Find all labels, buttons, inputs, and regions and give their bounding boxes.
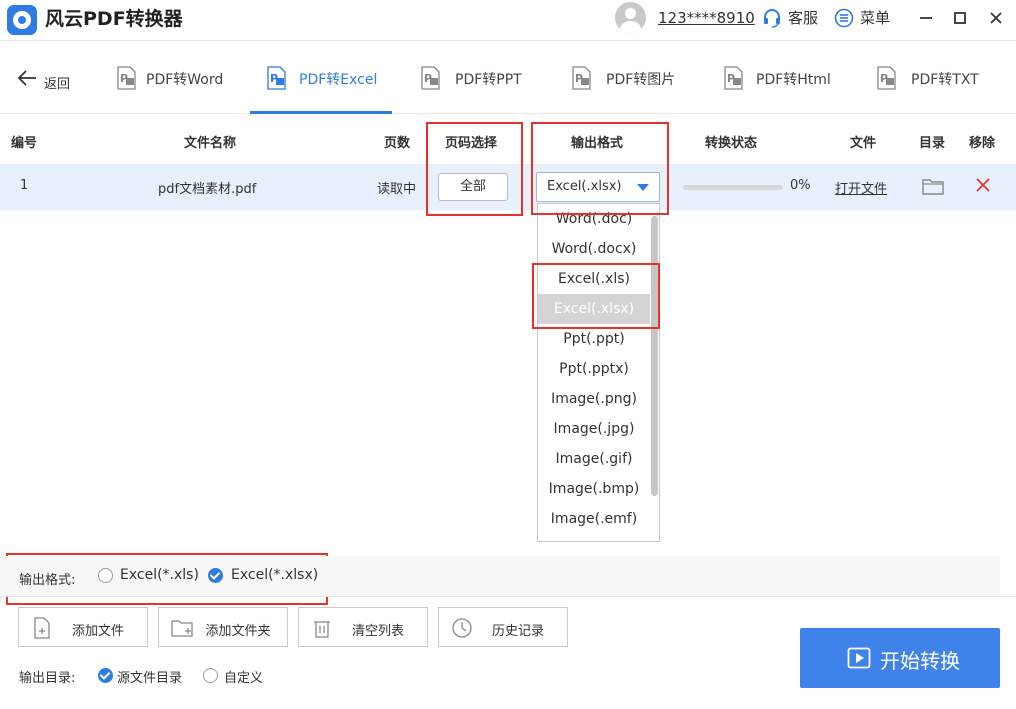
maximize-button[interactable] xyxy=(948,6,972,30)
col-header-page-select: 页码选择 xyxy=(445,136,498,151)
dropdown-option-bmp[interactable]: Image(.bmp) xyxy=(538,474,650,504)
pdf-file-icon: P xyxy=(267,66,286,90)
col-header-directory: 目录 xyxy=(919,136,946,151)
pdf-file-icon: P xyxy=(724,66,743,90)
divider xyxy=(0,596,1016,597)
radio-label-excel-xls[interactable]: Excel(*.xls) xyxy=(120,567,199,583)
headset-icon[interactable] xyxy=(762,8,782,28)
col-header-remove: 移除 xyxy=(969,136,996,151)
dropdown-option-png[interactable]: Image(.png) xyxy=(538,384,650,414)
row-pages: 读取中 xyxy=(377,182,417,197)
minimize-icon xyxy=(920,17,932,19)
dropdown-option-excel-xlsx[interactable]: Excel(.xlsx) xyxy=(538,294,650,324)
page-select-button[interactable]: 全部 xyxy=(438,173,508,201)
pdf-file-icon: P xyxy=(421,66,440,90)
minimize-button[interactable] xyxy=(914,6,938,30)
dropdown-option-word-docx[interactable]: Word(.docx) xyxy=(538,234,650,264)
history-label: 历史记录 xyxy=(491,624,544,639)
pdf-file-icon: P xyxy=(572,66,591,90)
radio-excel-xls[interactable] xyxy=(98,568,113,583)
add-folder-button[interactable]: 添加文件夹 xyxy=(158,607,288,647)
dropdown-scrollbar[interactable] xyxy=(651,216,658,496)
radio-custom-dir[interactable] xyxy=(203,668,218,683)
output-format-label: 输出格式: xyxy=(19,573,76,588)
radio-label-excel-xlsx[interactable]: Excel(*.xlsx) xyxy=(231,567,318,583)
output-format-select[interactable]: Excel(.xlsx) xyxy=(536,172,660,202)
dropdown-option-ppt[interactable]: Ppt(.ppt) xyxy=(538,324,650,354)
menu-button[interactable]: 菜单 xyxy=(860,8,890,28)
dropdown-option-excel-xls[interactable]: Excel(.xls) xyxy=(538,264,650,294)
output-dir-label: 输出目录: xyxy=(19,671,76,686)
col-header-status: 转换状态 xyxy=(705,136,758,151)
dropdown-option-pptx[interactable]: Ppt(.pptx) xyxy=(538,354,650,384)
radio-label-source-dir[interactable]: 源文件目录 xyxy=(117,667,182,686)
folder-icon[interactable] xyxy=(922,177,944,195)
tab-label: PDF转PPT xyxy=(455,72,522,88)
radio-label-custom-dir[interactable]: 自定义 xyxy=(224,667,263,686)
pdf-file-icon: P xyxy=(117,66,136,90)
col-header-file: 文件 xyxy=(850,136,877,151)
output-format-value: Excel(.xlsx) xyxy=(547,179,622,194)
pdf-file-icon: P xyxy=(877,66,896,90)
tab-bar: 返回 P PDF转Word P PDF转Excel P PDF转PPT P PD… xyxy=(0,40,1016,114)
close-button[interactable] xyxy=(984,6,1008,30)
tab-label: PDF转TXT xyxy=(911,72,979,88)
tab-label: PDF转Excel xyxy=(299,72,378,88)
active-tab-indicator xyxy=(250,111,392,114)
col-header-filename: 文件名称 xyxy=(184,136,237,151)
tab-label: PDF转Html xyxy=(756,72,831,88)
dropdown-option-gif[interactable]: Image(.gif) xyxy=(538,444,650,474)
avatar[interactable] xyxy=(615,2,646,33)
conversion-progress-bar xyxy=(683,185,783,190)
history-button[interactable]: 历史记录 xyxy=(438,607,568,647)
app-title: 风云PDF转换器 xyxy=(45,8,183,30)
dropdown-option-jpg[interactable]: Image(.jpg) xyxy=(538,414,650,444)
play-icon xyxy=(847,647,871,669)
table-row[interactable]: 1 pdf文档素材.pdf 读取中 全部 Excel(.xlsx) 0% 打开文… xyxy=(0,164,1016,210)
clear-list-label: 清空列表 xyxy=(351,624,404,639)
col-header-output-format: 输出格式 xyxy=(571,136,624,151)
row-index: 1 xyxy=(20,178,29,193)
close-icon xyxy=(990,12,1002,24)
add-file-button[interactable]: 添加文件 xyxy=(18,607,148,647)
output-format-dropdown: Word(.doc) Word(.docx) Excel(.xls) Excel… xyxy=(537,203,660,542)
tab-label: PDF转Word xyxy=(146,72,224,88)
maximize-icon xyxy=(954,12,966,24)
username-link[interactable]: 123****8910 xyxy=(658,8,755,28)
col-header-index: 编号 xyxy=(11,136,38,151)
radio-source-dir[interactable] xyxy=(98,668,113,683)
progress-percent: 0% xyxy=(790,178,811,193)
add-folder-label: 添加文件夹 xyxy=(205,624,271,639)
service-button[interactable]: 客服 xyxy=(788,8,818,28)
arrow-left-icon xyxy=(17,70,36,86)
start-convert-label: 开始转换 xyxy=(880,649,960,673)
app-logo-icon xyxy=(7,5,37,35)
file-table-header: 编号 文件名称 页数 页码选择 输出格式 转换状态 文件 目录 移除 xyxy=(0,118,1016,164)
clear-list-button[interactable]: 清空列表 xyxy=(298,607,428,647)
row-filename: pdf文档素材.pdf xyxy=(158,182,257,197)
tab-label: PDF转图片 xyxy=(606,72,676,88)
title-bar: 风云PDF转换器 123****8910 客服 菜单 xyxy=(0,0,1016,40)
dropdown-option-word-doc[interactable]: Word(.doc) xyxy=(538,204,650,234)
output-format-bar: 输出格式: Excel(*.xls) Excel(*.xlsx) xyxy=(0,556,1000,596)
start-convert-button[interactable]: 开始转换 xyxy=(800,628,1000,688)
back-label: 返回 xyxy=(44,77,71,92)
add-file-label: 添加文件 xyxy=(71,624,124,639)
chevron-down-icon xyxy=(637,184,649,191)
open-file-link[interactable]: 打开文件 xyxy=(835,178,887,197)
close-x-icon[interactable] xyxy=(975,177,991,193)
radio-excel-xlsx[interactable] xyxy=(208,568,223,583)
dropdown-option-emf[interactable]: Image(.emf) xyxy=(538,504,650,534)
menu-list-icon[interactable] xyxy=(834,8,854,28)
col-header-pages: 页数 xyxy=(384,136,411,151)
